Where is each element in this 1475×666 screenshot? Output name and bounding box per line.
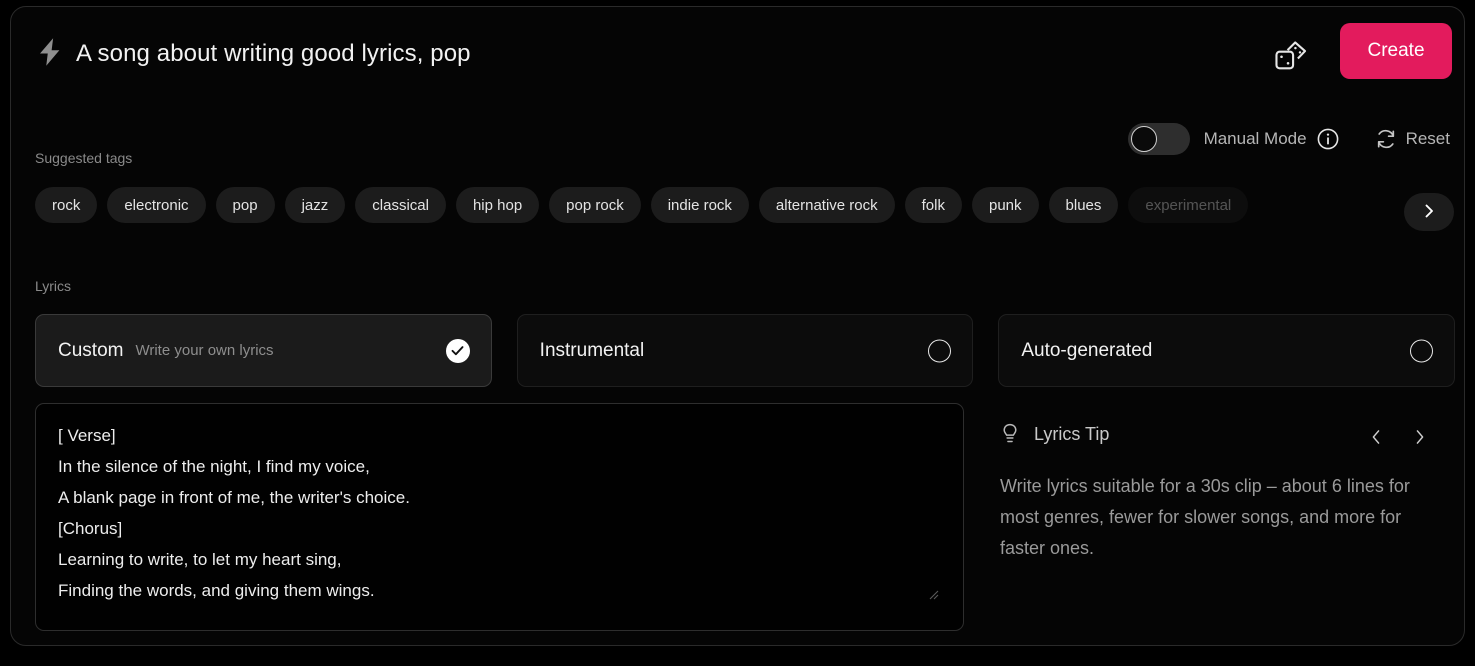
generation-panel: A song about writing good lyrics, pop Cr…: [10, 6, 1465, 646]
panel-header: A song about writing good lyrics, pop Cr…: [11, 7, 1464, 99]
lyrics-tip-nav: [1369, 427, 1427, 447]
info-icon[interactable]: [1317, 128, 1339, 150]
suggested-tag[interactable]: pop: [215, 187, 275, 223]
lyrics-section-label: Lyrics: [35, 278, 72, 294]
lyrics-mode-cards: Custom Write your own lyrics Instrumenta…: [35, 314, 1456, 387]
suggested-tag[interactable]: folk: [904, 187, 962, 223]
reset-button[interactable]: Reset: [1375, 128, 1450, 150]
suggested-tag[interactable]: classical: [355, 187, 446, 223]
lyrics-mode-instrumental[interactable]: Instrumental: [516, 314, 974, 387]
reset-icon: [1375, 128, 1397, 150]
lyrics-tip-title: Lyrics Tip: [1034, 423, 1110, 444]
lyrics-mode-instrumental-title: Instrumental: [539, 339, 645, 361]
suggested-tags-label: Suggested tags: [35, 150, 133, 166]
lightning-bolt-icon: [35, 35, 65, 69]
suggested-tag[interactable]: hip hop: [455, 187, 540, 223]
lyrics-tip-body: Write lyrics suitable for a 30s clip – a…: [1000, 476, 1410, 558]
lyrics-textarea[interactable]: [35, 403, 964, 631]
lyrics-mode-custom-title: Custom: [58, 339, 124, 361]
tags-scroll-next-button[interactable]: [1404, 193, 1454, 231]
lightbulb-icon: [1000, 423, 1020, 445]
chevron-right-icon: [1421, 203, 1437, 222]
suggested-tags-row[interactable]: rock electronic pop jazz classical hip hop pop…: [35, 185, 1455, 225]
create-button[interactable]: Create: [1340, 23, 1452, 79]
chevron-left-icon[interactable]: [1369, 427, 1383, 447]
check-circle-icon: [445, 338, 470, 363]
lyrics-mode-custom[interactable]: Custom Write your own lyrics: [35, 314, 492, 387]
suggested-tags-list: rock electronic pop jazz classical hip hop pop…: [35, 185, 1455, 225]
suggested-tag[interactable]: alternative rock: [758, 187, 895, 223]
chevron-right-icon[interactable]: [1413, 427, 1427, 447]
radio-circle-icon: [1410, 339, 1434, 362]
toggle-knob: [1130, 126, 1157, 152]
manual-mode-toggle[interactable]: [1127, 123, 1190, 155]
suggested-tag[interactable]: pop rock: [549, 187, 641, 223]
suggested-tag[interactable]: rock: [35, 187, 98, 223]
lyrics-mode-auto-generated[interactable]: Auto-generated: [998, 314, 1456, 387]
lyrics-mode-auto-generated-title: Auto-generated: [1021, 339, 1153, 361]
lyrics-tip-panel: Lyrics Tip Write lyrics suitable for a 3…: [1000, 419, 1455, 579]
mode-controls-row: Manual Mode Reset: [1127, 119, 1450, 159]
reset-label: Reset: [1405, 129, 1450, 148]
manual-mode-label: Manual Mode: [1203, 129, 1307, 148]
lyrics-tip-header: Lyrics Tip: [1000, 419, 1455, 449]
suggested-tag[interactable]: indie rock: [650, 187, 749, 223]
suggested-tag[interactable]: electronic: [107, 187, 206, 223]
suggested-tag[interactable]: punk: [971, 187, 1039, 223]
prompt-title: A song about writing good lyrics, pop: [76, 40, 471, 67]
dice-icon[interactable]: [1275, 40, 1307, 72]
suggested-tag[interactable]: jazz: [284, 187, 346, 223]
radio-circle-icon: [928, 339, 952, 362]
suggested-tag[interactable]: experimental: [1128, 187, 1249, 223]
lyrics-mode-custom-subtitle: Write your own lyrics: [135, 342, 274, 359]
suggested-tag[interactable]: blues: [1048, 187, 1119, 223]
